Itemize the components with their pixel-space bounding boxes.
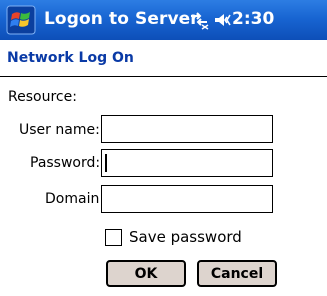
text-caret (105, 154, 107, 172)
domain-label: Domain: (45, 191, 105, 207)
resource-label: Resource: (8, 89, 77, 105)
ok-button[interactable]: OK (106, 260, 186, 287)
domain-field[interactable] (101, 185, 273, 213)
password-field[interactable] (101, 149, 273, 177)
dialog-title: Network Log On (7, 50, 134, 66)
username-field[interactable] (101, 115, 273, 143)
dialog-header: Network Log On (0, 40, 327, 77)
password-label: Password: (30, 155, 101, 171)
windows-flag-icon[interactable] (6, 5, 36, 35)
username-label: User name: (19, 122, 100, 138)
speaker-icon[interactable] (213, 11, 231, 29)
clock[interactable]: 2:30 (232, 9, 274, 29)
connectivity-icon[interactable] (188, 10, 210, 30)
title-bar: Logon to Server 2:30 (0, 0, 327, 40)
window-title: Logon to Server (44, 9, 199, 29)
save-password-label[interactable]: Save password (129, 228, 242, 246)
save-password-checkbox[interactable] (105, 229, 122, 246)
cancel-button[interactable]: Cancel (197, 260, 277, 287)
